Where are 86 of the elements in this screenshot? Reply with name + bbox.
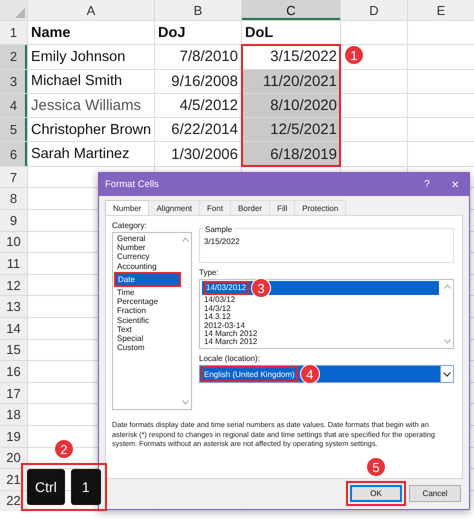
row-header[interactable]: 1 — [0, 21, 27, 44]
row-header[interactable]: 9 — [0, 210, 27, 231]
close-button[interactable]: ✕ — [441, 174, 469, 196]
row-header[interactable]: 6 — [0, 142, 27, 166]
table-cell: Emily Johnson — [28, 45, 154, 69]
table-cell: 1/30/2006 — [155, 142, 241, 166]
list-item[interactable]: Text — [115, 324, 179, 334]
list-item[interactable]: Special — [115, 334, 179, 344]
column-header[interactable]: D — [341, 0, 407, 20]
category-list[interactable]: General Number Currency Accounting Date Time Percentage Fraction Scientific Text Special Custom — [112, 232, 192, 410]
table-cell: Jessica Williams — [28, 94, 154, 118]
list-item[interactable]: General — [115, 234, 179, 244]
sample-label: Sample — [204, 225, 234, 234]
row-header[interactable]: 12 — [0, 274, 27, 296]
row-header[interactable]: 18 — [0, 404, 27, 425]
list-item[interactable]: Number — [115, 243, 179, 252]
sample-value: 3/15/2022 — [204, 237, 241, 246]
list-item[interactable]: Currency — [115, 252, 179, 262]
locale-label: Locale (location): — [199, 354, 260, 363]
row-header[interactable]: 10 — [0, 232, 27, 252]
table-cell: 11/20/2021 — [242, 70, 340, 93]
table-cell: 6/18/2019 — [242, 142, 340, 166]
list-item[interactable]: 14.3.12 — [202, 313, 439, 322]
tab[interactable]: Alignment — [148, 200, 200, 215]
list-item[interactable]: 14/03/12 — [202, 296, 439, 305]
row-header[interactable]: 7 — [0, 166, 27, 188]
keyboard-key: 1 — [70, 469, 101, 505]
column-header[interactable]: B — [155, 0, 241, 20]
column-header[interactable]: E — [408, 0, 474, 20]
help-button[interactable]: ? — [413, 174, 441, 196]
category-label: Category: — [112, 221, 147, 230]
table-cell: 3/15/2022 — [242, 45, 340, 69]
tab[interactable]: Number — [105, 200, 150, 215]
table-cell: 4/5/2012 — [155, 94, 241, 118]
row-header[interactable]: 13 — [0, 296, 27, 317]
row-header[interactable]: 4 — [0, 94, 27, 118]
row-header[interactable]: 15 — [0, 340, 27, 360]
table-cell: 7/8/2010 — [155, 45, 241, 69]
list-item[interactable]: Time — [115, 288, 179, 298]
row-header[interactable]: 22 — [0, 490, 27, 512]
list-item[interactable]: 14/3/12 — [202, 304, 439, 314]
row-header[interactable]: 3 — [0, 70, 27, 93]
table-cell: Sarah Martinez — [28, 142, 154, 166]
table-cell: 12/5/2021 — [242, 118, 340, 142]
table-cell: 8/10/2020 — [242, 94, 340, 118]
select-all-corner[interactable] — [0, 0, 27, 20]
keyboard-key: Ctrl — [27, 469, 65, 505]
dialog-button[interactable]: OK — [350, 485, 402, 502]
scroll-up-icon[interactable] — [182, 237, 189, 242]
scroll-down-icon[interactable] — [444, 339, 451, 344]
row-header[interactable]: 14 — [0, 318, 27, 339]
row-header[interactable]: 19 — [0, 426, 27, 446]
list-item[interactable]: 2012-03-14 — [202, 322, 439, 330]
table-cell: Name — [28, 21, 154, 44]
column-header[interactable]: A — [28, 0, 154, 20]
row-header[interactable]: 5 — [0, 118, 27, 142]
table-cell: 9/16/2008 — [155, 70, 241, 93]
column-header[interactable]: C — [242, 0, 340, 20]
row-header[interactable]: 20 — [0, 448, 27, 468]
row-header[interactable]: 16 — [0, 361, 27, 382]
list-item[interactable]: Fraction — [115, 306, 179, 316]
table-cell: DoL — [242, 21, 340, 44]
row-header[interactable]: 2 — [0, 45, 27, 69]
list-item[interactable]: Accounting — [115, 262, 179, 271]
row-header[interactable]: 21 — [0, 469, 27, 490]
list-item[interactable]: Custom — [115, 343, 179, 352]
scroll-down-icon[interactable] — [182, 400, 189, 405]
row-header[interactable]: 17 — [0, 382, 27, 404]
scroll-up-icon[interactable] — [444, 284, 451, 289]
list-item[interactable]: Scientific — [115, 316, 179, 325]
row-header[interactable]: 8 — [0, 188, 27, 209]
list-item[interactable]: 14 March 2012 — [202, 338, 439, 347]
tab[interactable]: Protection — [294, 200, 346, 215]
type-label: Type: — [199, 268, 219, 277]
highlight-frame — [114, 272, 181, 288]
window-title: Format Cells — [105, 179, 159, 190]
highlight-frame — [204, 281, 250, 296]
table-cell: 6/22/2014 — [155, 118, 241, 142]
corner-triangle-icon — [15, 8, 25, 18]
table-cell: Christopher Brown — [28, 118, 154, 142]
table-cell: Michael Smith — [28, 70, 154, 93]
list-item[interactable]: Percentage — [115, 297, 179, 306]
list-item[interactable]: 14 March 2012 — [202, 330, 439, 338]
table-cell: DoJ — [155, 21, 241, 44]
highlight-frame — [346, 481, 406, 506]
row-header[interactable]: 11 — [0, 253, 27, 274]
